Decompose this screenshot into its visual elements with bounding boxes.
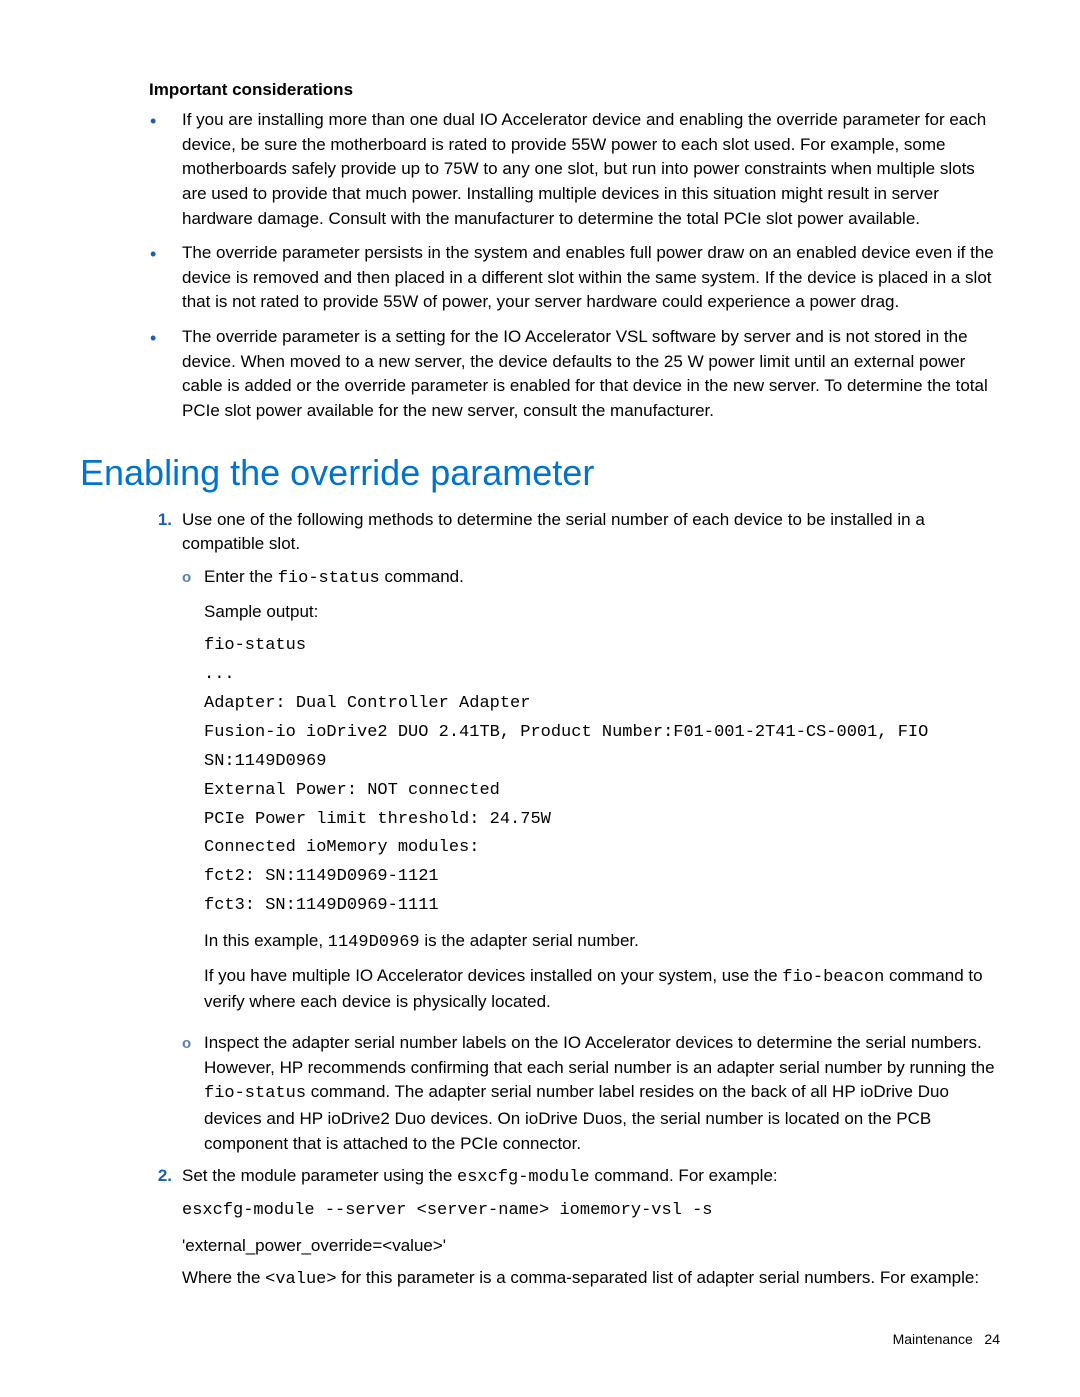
bullet-icon: •	[80, 241, 182, 315]
sub-step-b: o Inspect the adapter serial number labe…	[182, 1031, 1000, 1156]
step-body: Set the module parameter using the esxcf…	[182, 1164, 1000, 1301]
sample-output-label: Sample output:	[204, 600, 1000, 625]
inline-code: fio-beacon	[782, 968, 884, 987]
steps-list: 1. Use one of the following methods to d…	[80, 508, 1000, 1301]
text: Set the module parameter using the	[182, 1166, 457, 1185]
code-block: fio-status ... Adapter: Dual Controller …	[204, 632, 1000, 921]
step-number: 1.	[80, 508, 182, 1157]
inline-code: esxcfg-module	[457, 1168, 590, 1187]
sub-steps: o Enter the fio-status command. Sample o…	[182, 565, 1000, 1156]
text: Enter the	[204, 567, 278, 586]
inline-code: <value>	[265, 1270, 336, 1289]
step-2: 2. Set the module parameter using the es…	[80, 1164, 1000, 1301]
document-page: Important considerations • If you are in…	[0, 0, 1080, 1397]
inline-code: fio-status	[278, 569, 380, 588]
footer-page-number: 24	[984, 1331, 1000, 1347]
step-text: Use one of the following methods to dete…	[182, 510, 925, 554]
bullet-icon: •	[80, 108, 182, 231]
bullet-icon: •	[80, 325, 182, 424]
list-item: • The override parameter persists in the…	[80, 241, 1000, 315]
list-item-text: The override parameter persists in the s…	[182, 241, 1000, 315]
text: Inspect the adapter serial number labels…	[204, 1033, 995, 1077]
page-footer: Maintenance 24	[893, 1331, 1000, 1347]
paragraph: In this example, 1149D0969 is the adapte…	[204, 929, 1000, 956]
step-1: 1. Use one of the following methods to d…	[80, 508, 1000, 1157]
inline-code: fio-status	[204, 1084, 306, 1103]
text: is the adapter serial number.	[420, 931, 639, 950]
list-item-text: If you are installing more than one dual…	[182, 108, 1000, 231]
page-title: Enabling the override parameter	[80, 452, 1000, 494]
text: command. The adapter serial number label…	[204, 1082, 949, 1152]
list-item-text: The override parameter is a setting for …	[182, 325, 1000, 424]
text: Where the	[182, 1268, 265, 1287]
paragraph: If you have multiple IO Accelerator devi…	[204, 964, 1000, 1015]
sub-step-body: Inspect the adapter serial number labels…	[204, 1031, 1000, 1156]
text: command.	[380, 567, 464, 586]
code-block: esxcfg-module --server <server-name> iom…	[182, 1197, 1000, 1226]
sub-step-body: Enter the fio-status command. Sample out…	[204, 565, 1000, 1023]
text: In this example,	[204, 931, 328, 950]
text: If you have multiple IO Accelerator devi…	[204, 966, 782, 985]
inline-code: 1149D0969	[328, 933, 420, 952]
footer-section: Maintenance	[893, 1331, 973, 1347]
paragraph: 'external_power_override=<value>'	[182, 1234, 1000, 1259]
list-item: • The override parameter is a setting fo…	[80, 325, 1000, 424]
text: for this parameter is a comma-separated …	[337, 1268, 980, 1287]
step-body: Use one of the following methods to dete…	[182, 508, 1000, 1157]
text: command. For example:	[590, 1166, 778, 1185]
sub-marker-icon: o	[182, 565, 204, 1023]
paragraph: Where the <value> for this parameter is …	[182, 1266, 1000, 1293]
sub-step-a: o Enter the fio-status command. Sample o…	[182, 565, 1000, 1023]
sub-marker-icon: o	[182, 1031, 204, 1156]
considerations-list: • If you are installing more than one du…	[80, 108, 1000, 424]
list-item: • If you are installing more than one du…	[80, 108, 1000, 231]
section-heading: Important considerations	[149, 80, 1000, 100]
step-number: 2.	[80, 1164, 182, 1301]
